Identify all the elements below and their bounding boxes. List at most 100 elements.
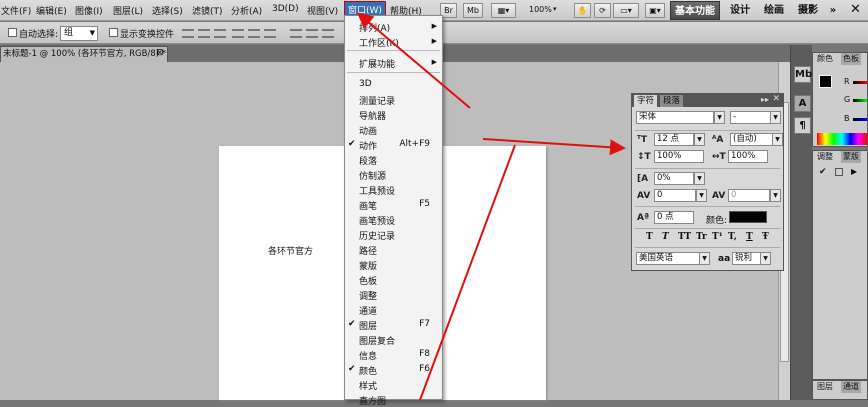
- triangle-right-icon[interactable]: ▶: [851, 167, 857, 176]
- menu-select[interactable]: 选择(S): [152, 4, 183, 17]
- menu-item-animation[interactable]: 动画: [359, 124, 377, 137]
- color-spectrum-bar[interactable]: [817, 133, 867, 145]
- menu-image[interactable]: 图像(I): [75, 4, 103, 17]
- faux-italic-button[interactable]: T: [662, 232, 669, 242]
- antialias-dropdown[interactable]: 锐利: [732, 252, 762, 265]
- document-tab[interactable]: 未标题-1 @ 100% (各环节官方, RGB/8) *: [0, 46, 168, 62]
- chevron-down-icon[interactable]: ▼: [714, 111, 725, 124]
- align-bottom-icon[interactable]: [214, 29, 226, 38]
- menu-file[interactable]: 文件(F): [1, 4, 31, 17]
- arrange-documents-button[interactable]: ▭▾: [613, 3, 639, 18]
- hand-tool-button[interactable]: ✋: [574, 3, 591, 18]
- toggle-dialog-icon[interactable]: [835, 168, 843, 176]
- auto-select-dropdown[interactable]: 组 ▼: [60, 26, 98, 41]
- menu-item-brush[interactable]: 画笔: [359, 199, 377, 212]
- workspace-overflow[interactable]: »: [826, 1, 840, 20]
- tab-paragraph[interactable]: 段落: [660, 95, 684, 107]
- mini-bridge-icon[interactable]: Mb: [794, 66, 812, 83]
- language-dropdown[interactable]: 美国英语: [636, 252, 700, 265]
- zoom-dropdown-icon[interactable]: ▾: [553, 5, 557, 13]
- tsume-field[interactable]: 0%: [654, 172, 694, 185]
- tab-adjustments[interactable]: 调整: [815, 151, 835, 163]
- menu-analysis[interactable]: 分析(A): [231, 4, 262, 17]
- menu-item-workspace[interactable]: 工作区(K): [359, 36, 399, 49]
- chevron-down-icon[interactable]: ▼: [696, 189, 707, 202]
- channel-r-slider[interactable]: [853, 81, 867, 84]
- menu-layer[interactable]: 图层(L): [113, 4, 143, 17]
- tab-masks[interactable]: 蒙版: [841, 151, 861, 163]
- view-extras-button[interactable]: ▦▾: [491, 3, 516, 18]
- align-right-icon[interactable]: [264, 29, 276, 38]
- chevron-down-icon[interactable]: ▼: [770, 111, 781, 124]
- chevron-down-icon[interactable]: ▼: [699, 252, 710, 265]
- workspace-design[interactable]: 设计: [726, 1, 754, 20]
- align-vcenter-icon[interactable]: [198, 29, 210, 38]
- font-style-dropdown[interactable]: -: [730, 111, 772, 124]
- chevron-down-icon[interactable]: ▼: [694, 133, 705, 146]
- leading-field[interactable]: (自动): [730, 133, 774, 146]
- font-size-field[interactable]: 12 点: [654, 133, 694, 146]
- menu-filter[interactable]: 滤镜(T): [192, 4, 223, 17]
- zoom-level[interactable]: 100%: [529, 5, 552, 14]
- menu-item-adjustments[interactable]: 调整: [359, 289, 377, 302]
- distribute-vcenter-icon[interactable]: [306, 29, 318, 38]
- checkmark-icon[interactable]: ✔: [819, 167, 827, 177]
- underline-button[interactable]: T: [746, 232, 753, 242]
- menu-item-actions[interactable]: 动作: [359, 139, 377, 152]
- subscript-button[interactable]: T,: [728, 232, 737, 242]
- menu-edit[interactable]: 编辑(E): [36, 4, 67, 17]
- auto-select-checkbox[interactable]: [8, 28, 17, 37]
- text-color-swatch[interactable]: [729, 211, 767, 223]
- menu-item-clone-source[interactable]: 仿制源: [359, 169, 386, 182]
- tab-channels[interactable]: 通道: [841, 381, 861, 393]
- tab-character[interactable]: 字符: [634, 95, 658, 107]
- menu-item-3d[interactable]: 3D: [359, 79, 372, 89]
- tab-swatches[interactable]: 色板: [841, 53, 861, 65]
- distribute-bottom-icon[interactable]: [322, 29, 334, 38]
- menu-item-channels[interactable]: 通道: [359, 304, 377, 317]
- align-hcenter-icon[interactable]: [248, 29, 260, 38]
- menu-item-tool-presets[interactable]: 工具预设: [359, 184, 395, 197]
- document-close-icon[interactable]: ⊠: [156, 48, 164, 58]
- chevron-down-icon[interactable]: ▼: [770, 189, 781, 202]
- menu-item-layer-comps[interactable]: 图层复合: [359, 334, 395, 347]
- menu-item-masks[interactable]: 蒙版: [359, 259, 377, 272]
- distribute-top-icon[interactable]: [290, 29, 302, 38]
- channel-g-slider[interactable]: [853, 99, 867, 102]
- chevron-down-icon[interactable]: ▼: [694, 172, 705, 185]
- character-panel-header[interactable]: 字符 段落 ▸▸ ✕: [632, 94, 783, 107]
- superscript-button[interactable]: T¹: [712, 232, 723, 242]
- menu-item-layers[interactable]: 图层: [359, 319, 377, 332]
- menu-item-info[interactable]: 信息: [359, 349, 377, 362]
- menu-view[interactable]: 视图(V): [307, 4, 338, 17]
- tracking-field[interactable]: 0: [654, 189, 696, 202]
- small-caps-button[interactable]: Tr: [696, 232, 707, 242]
- menu-item-paragraph[interactable]: 段落: [359, 154, 377, 167]
- menu-item-swatches[interactable]: 色板: [359, 274, 377, 287]
- menu-item-color[interactable]: 颜色: [359, 364, 377, 377]
- menu-item-arrange[interactable]: 排列(A): [359, 21, 390, 34]
- menu-item-navigator[interactable]: 导航器: [359, 109, 386, 122]
- menu-item-history[interactable]: 历史记录: [359, 229, 395, 242]
- baseline-shift-field[interactable]: 0 点: [654, 211, 694, 224]
- rotate-view-button[interactable]: ⟳: [594, 3, 611, 18]
- paragraph-panel-icon[interactable]: ¶: [794, 117, 811, 134]
- chevron-down-icon[interactable]: ▼: [760, 252, 771, 265]
- show-transform-checkbox[interactable]: [109, 28, 118, 37]
- kerning-field[interactable]: 0: [728, 189, 770, 202]
- menu-3d[interactable]: 3D(D): [272, 4, 299, 14]
- align-left-icon[interactable]: [232, 29, 244, 38]
- channel-b-slider[interactable]: [853, 118, 867, 121]
- collapse-icon[interactable]: ▸▸: [761, 95, 769, 104]
- close-icon[interactable]: ✕: [850, 2, 861, 17]
- menu-item-measurement-log[interactable]: 测量记录: [359, 94, 395, 107]
- strikethrough-button[interactable]: Ŧ: [762, 232, 769, 242]
- horizontal-scale-field[interactable]: 100%: [728, 150, 768, 163]
- workspace-photography[interactable]: 摄影: [794, 1, 822, 20]
- workspace-essentials[interactable]: 基本功能: [670, 1, 720, 20]
- menu-item-histogram[interactable]: 直方图: [359, 394, 386, 407]
- menu-item-styles[interactable]: 样式: [359, 379, 377, 392]
- screen-mode-button[interactable]: ▣▾: [645, 3, 665, 18]
- all-caps-button[interactable]: TT: [678, 232, 691, 242]
- foreground-color-swatch[interactable]: [819, 75, 832, 88]
